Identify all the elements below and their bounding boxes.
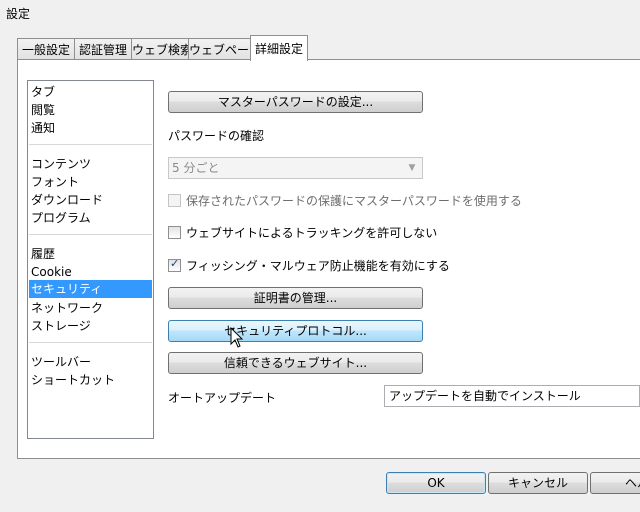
category-separator [29,342,152,343]
chevron-down-icon: ▼ [408,163,416,173]
password-interval-value: 5 分ごと [172,161,220,175]
trusted-websites-button[interactable]: 信頼できるウェブサイト... [168,352,423,374]
do-not-track-checkbox[interactable] [168,226,181,239]
category-separator [29,234,152,235]
tab-advanced[interactable]: 詳細設定 [250,35,308,61]
fraud-protection-checkbox[interactable]: ✓ [168,257,181,272]
security-protocols-button[interactable]: セキュリティプロトコル... [168,320,423,342]
tab-general[interactable]: 一般設定 [17,38,75,60]
set-master-password-button[interactable]: マスターパスワードの設定... [168,91,423,113]
category-browsing[interactable]: 閲覧 [29,101,152,119]
ok-button[interactable]: OK [386,472,486,494]
auto-update-value: アップデートを自動でインストール [389,389,581,403]
category-security[interactable]: セキュリティ [29,280,152,298]
window-title: 設定 [6,7,31,21]
category-content[interactable]: コンテンツ [29,155,152,173]
password-interval-select[interactable]: 5 分ごと ▼ [168,157,423,179]
tab-web-search[interactable]: ウェブ検索 [131,38,192,60]
tab-authentication[interactable]: 認証管理 [74,38,132,60]
category-cookies[interactable]: Cookie [29,263,152,281]
cancel-button[interactable]: キャンセル [488,472,588,494]
category-toolbars[interactable]: ツールバー [29,353,152,371]
mouse-cursor-icon [230,327,244,348]
master-password-protect-label: 保存されたパスワードの保護にマスターパスワードを使用する [186,194,522,208]
category-network[interactable]: ネットワーク [29,299,152,317]
master-password-protect-checkbox[interactable] [168,194,181,207]
category-downloads[interactable]: ダウンロード [29,191,152,209]
tab-web-pages[interactable]: ウェブページ [188,38,261,60]
category-list[interactable]: タブ 閲覧 通知 コンテンツ フォント ダウンロード プログラム 履歴 Cook… [27,80,154,439]
category-shortcuts[interactable]: ショートカット [29,371,152,389]
category-fonts[interactable]: フォント [29,173,152,191]
category-separator [29,144,152,145]
manage-certificates-button[interactable]: 証明書の管理... [168,287,423,309]
fraud-protection-label: フィッシング・マルウェア防止機能を有効にする [186,259,450,273]
category-history[interactable]: 履歴 [29,245,152,263]
help-button[interactable]: ヘル [590,472,640,494]
category-storage[interactable]: ストレージ [29,317,152,335]
do-not-track-label: ウェブサイトによるトラッキングを許可しない [186,226,438,240]
category-notifications[interactable]: 通知 [29,119,152,137]
category-programs[interactable]: プログラム [29,209,152,227]
auto-update-label: オートアップデート [168,391,277,405]
auto-update-select[interactable]: アップデートを自動でインストール [384,385,640,407]
checkmark-icon: ✓ [170,257,180,270]
title-bar: 設定 [0,0,640,26]
password-confirm-label: パスワードの確認 [168,129,265,143]
category-tabs[interactable]: タブ [29,83,152,101]
